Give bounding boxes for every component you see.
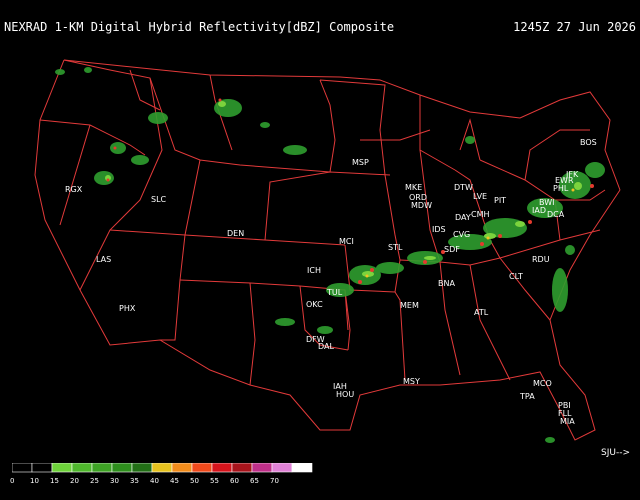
city-label-mem: MEM xyxy=(400,301,419,310)
city-label-den: DEN xyxy=(227,229,244,238)
legend-swatch xyxy=(111,463,133,473)
legend-label: 65 xyxy=(250,477,259,485)
city-label-cmh: CMH xyxy=(471,210,490,219)
city-label-stl: STL xyxy=(388,243,403,252)
legend-label: 35 xyxy=(130,477,139,485)
city-label-bna: BNA xyxy=(438,279,455,288)
city-labels: BOS JFK EWR PHL BWI IAD DCA PIT LVE DTW … xyxy=(65,138,597,426)
legend-label: 40 xyxy=(150,477,159,485)
map-timestamp: 1245Z 27 Jun 2026 xyxy=(513,20,636,34)
city-label-dca: DCA xyxy=(547,210,565,219)
legend-label: 25 xyxy=(90,477,99,485)
city-label-phl: PHL xyxy=(553,184,569,193)
dbz-legend xyxy=(12,463,313,473)
radar-map: BOS JFK EWR PHL BWI IAD DCA PIT LVE DTW … xyxy=(34,59,621,443)
city-label-msy: MSY xyxy=(403,377,420,386)
radar-echoes xyxy=(55,67,605,443)
city-label-ich: ICH xyxy=(307,266,321,275)
legend-swatch xyxy=(291,463,313,473)
legend-swatch xyxy=(251,463,273,473)
city-label-mco: MCO xyxy=(533,379,552,388)
city-label-slc: SLC xyxy=(151,195,167,204)
city-label-okc: OKC xyxy=(306,300,323,309)
city-label-rdu: RDU xyxy=(532,255,550,264)
city-label-ids: IDS xyxy=(432,225,446,234)
city-label-pit: PIT xyxy=(494,196,506,205)
city-label-rgx: RGX xyxy=(65,185,83,194)
legend-swatch xyxy=(271,463,293,473)
city-label-las: LAS xyxy=(96,255,111,264)
city-label-tpa: TPA xyxy=(519,392,535,401)
legend-swatch xyxy=(71,463,93,473)
city-label-bos: BOS xyxy=(580,138,597,147)
city-label-hou: HOU xyxy=(336,390,354,399)
legend-swatch xyxy=(31,463,53,473)
legend-label: 45 xyxy=(170,477,179,485)
legend-swatch xyxy=(151,463,173,473)
legend-swatch xyxy=(51,463,73,473)
city-label-iad: IAD xyxy=(532,206,546,215)
legend-swatch xyxy=(91,463,113,473)
city-label-tul: TUL xyxy=(326,288,343,297)
city-label-dal: DAL xyxy=(318,342,334,351)
city-label-dtw: DTW xyxy=(454,183,473,192)
legend-label: 70 xyxy=(270,477,279,485)
city-label-lve: LVE xyxy=(473,192,487,201)
city-label-phx: PHX xyxy=(119,304,136,313)
legend-label: 0 xyxy=(10,477,15,485)
city-label-mdw: MDW xyxy=(411,201,432,210)
legend-label: 55 xyxy=(210,477,219,485)
legend-label: 30 xyxy=(110,477,119,485)
legend-swatch xyxy=(211,463,233,473)
city-label-mke: MKE xyxy=(405,183,422,192)
legend-swatch xyxy=(171,463,193,473)
city-label-mia: MIA xyxy=(560,417,575,426)
city-label-msp: MSP xyxy=(352,158,369,167)
legend-swatch xyxy=(131,463,153,473)
city-label-clt: CLT xyxy=(509,272,523,281)
city-label-mci: MCI xyxy=(339,237,354,246)
city-label-day: DAY xyxy=(455,213,471,222)
legend-swatch xyxy=(231,463,253,473)
legend-label: 50 xyxy=(190,477,199,485)
city-label-sdf: SDF xyxy=(444,245,460,254)
legend-swatch xyxy=(191,463,213,473)
legend-swatch xyxy=(12,463,33,473)
legend-label: 10 xyxy=(30,477,39,485)
nav-link-sju[interactable]: SJU--> xyxy=(601,448,630,458)
city-label-atl: ATL xyxy=(474,308,489,317)
legend-label: 15 xyxy=(50,477,59,485)
legend-label: 20 xyxy=(70,477,79,485)
map-title: NEXRAD 1-KM Digital Hybrid Reflectivity[… xyxy=(4,20,395,34)
legend-label: 60 xyxy=(230,477,239,485)
city-label-cvg: CVG xyxy=(453,230,470,239)
